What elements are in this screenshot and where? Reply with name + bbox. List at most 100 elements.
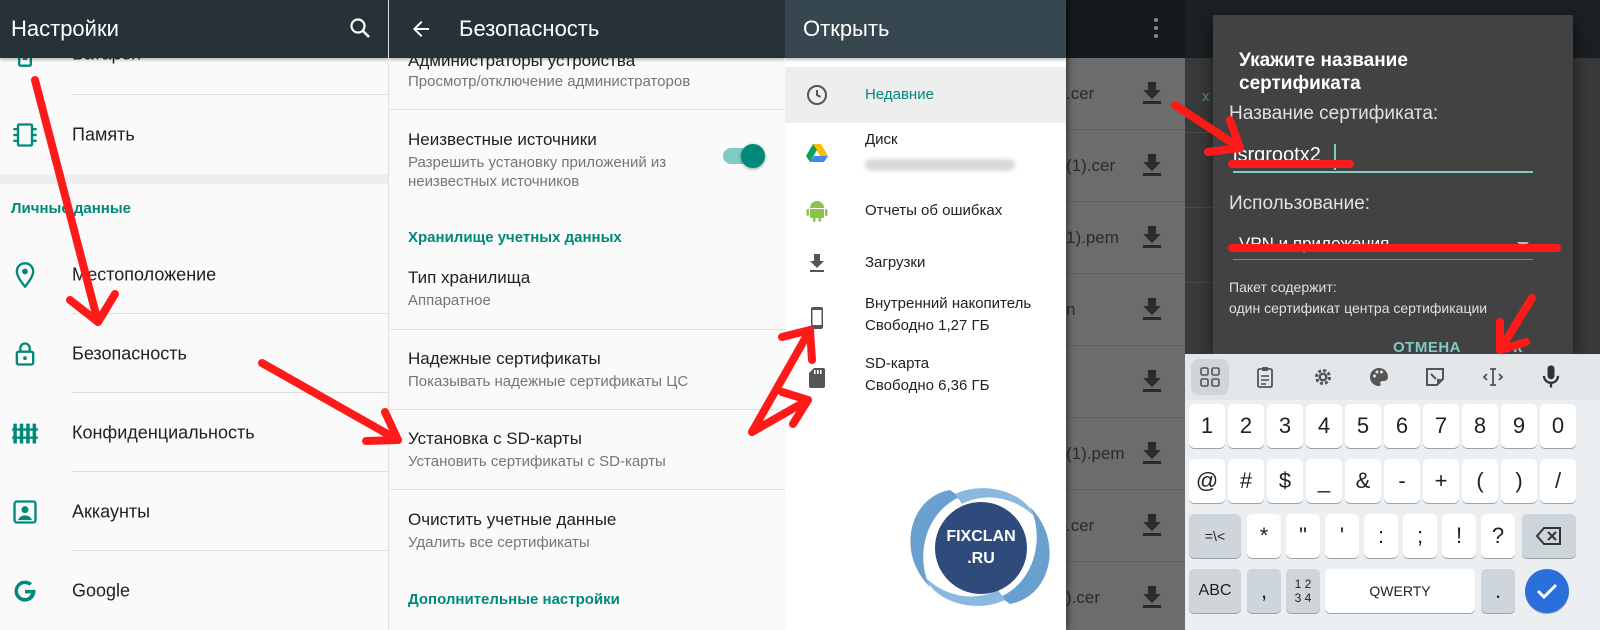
file-row[interactable]: .cer: [1066, 490, 1185, 562]
download-icon[interactable]: [1142, 298, 1162, 320]
fence-icon: [12, 423, 38, 443]
settings-item-memory[interactable]: Память: [0, 95, 388, 174]
key-paren-open[interactable]: (: [1462, 459, 1498, 503]
download-icon[interactable]: [1142, 82, 1162, 104]
key-minus[interactable]: -: [1384, 459, 1420, 503]
key-plus[interactable]: +: [1423, 459, 1459, 503]
key-8[interactable]: 8: [1462, 404, 1498, 448]
search-icon[interactable]: [348, 16, 372, 40]
install-from-sd-item[interactable]: Установка с SD-карты Установить сертифик…: [389, 410, 785, 490]
sticker-icon[interactable]: [1423, 365, 1447, 389]
settings-item-google[interactable]: Google: [0, 551, 388, 630]
key-5[interactable]: 5: [1345, 404, 1381, 448]
download-icon[interactable]: [1142, 370, 1162, 392]
key-asterisk[interactable]: *: [1247, 514, 1281, 558]
blurred-email: [865, 159, 1015, 171]
key-0[interactable]: 0: [1540, 404, 1576, 448]
clock-icon: [807, 85, 827, 105]
toggle-knob: [741, 144, 765, 168]
file-row[interactable]: [1066, 346, 1185, 418]
key-1[interactable]: 1: [1189, 404, 1225, 448]
file-row[interactable]: .cer: [1066, 58, 1185, 130]
palette-icon[interactable]: [1367, 365, 1391, 389]
drawer-item-label: Диск: [865, 131, 898, 148]
space-key[interactable]: QWERTY: [1325, 569, 1475, 613]
numpad-key[interactable]: 1 2 3 4: [1286, 569, 1320, 613]
backspace-icon: [1536, 527, 1561, 545]
key-period[interactable]: .: [1481, 569, 1515, 613]
key-paren-close[interactable]: ): [1501, 459, 1537, 503]
item-title: Очистить учетные данные: [408, 510, 617, 529]
key-comma[interactable]: ,: [1247, 569, 1281, 613]
abc-key[interactable]: ABC: [1189, 569, 1241, 613]
key-hash[interactable]: #: [1228, 459, 1264, 503]
settings-item-accounts[interactable]: Аккаунты: [0, 472, 388, 551]
key-double-quote[interactable]: ": [1286, 514, 1320, 558]
download-icon[interactable]: [1142, 586, 1162, 608]
section-header-credential-storage: Хранилище учетных данных: [408, 229, 622, 246]
file-row[interactable]: n: [1066, 274, 1185, 346]
usage-select[interactable]: VPN и приложения: [1233, 230, 1533, 260]
phone-icon: [811, 307, 823, 329]
key-question[interactable]: ?: [1481, 514, 1515, 558]
cert-name-input[interactable]: isrgrootx2: [1233, 141, 1533, 173]
key-at[interactable]: @: [1189, 459, 1225, 503]
logo-disc: FIXCLAN .RU: [935, 502, 1027, 594]
key-slash[interactable]: /: [1540, 459, 1576, 503]
key-ampersand[interactable]: &: [1345, 459, 1381, 503]
more-vert-icon[interactable]: [1154, 17, 1158, 39]
drawer-item-drive[interactable]: Диск: [785, 123, 1066, 183]
drive-icon: [806, 144, 828, 162]
download-icon[interactable]: [1142, 442, 1162, 464]
settings-item-location[interactable]: Местоположение: [0, 235, 388, 314]
key-semicolon[interactable]: ;: [1403, 514, 1437, 558]
key-9[interactable]: 9: [1501, 404, 1537, 448]
clear-credentials-item[interactable]: Очистить учетные данные Удалить все серт…: [389, 490, 785, 570]
key-7[interactable]: 7: [1423, 404, 1459, 448]
download-icon: [810, 254, 824, 272]
unknown-sources-toggle[interactable]: [723, 144, 765, 168]
file-row[interactable]: (1).cer: [1066, 130, 1185, 202]
drawer-item-internal-storage[interactable]: Внутренний накопитель Свободно 1,27 ГБ: [785, 290, 1066, 346]
gear-icon[interactable]: [1311, 365, 1335, 389]
google-icon: [14, 580, 36, 602]
apps-grid-icon[interactable]: [1191, 359, 1229, 395]
key-colon[interactable]: :: [1364, 514, 1398, 558]
back-arrow-icon[interactable]: [409, 17, 433, 41]
settings-item-privacy[interactable]: Конфиденциальность: [0, 393, 388, 472]
download-icon[interactable]: [1142, 226, 1162, 248]
file-row[interactable]: ).cer: [1066, 562, 1185, 630]
key-3[interactable]: 3: [1267, 404, 1303, 448]
drawer-item-bugreports[interactable]: Отчеты об ошибках: [785, 183, 1066, 239]
file-row[interactable]: 1).pem: [1066, 202, 1185, 274]
key-6[interactable]: 6: [1384, 404, 1420, 448]
backspace-key[interactable]: [1522, 514, 1576, 558]
enter-key[interactable]: [1525, 569, 1569, 613]
numpad-key-top: 1 2: [1294, 577, 1312, 591]
clipboard-icon[interactable]: [1253, 365, 1277, 389]
key-dollar[interactable]: $: [1267, 459, 1303, 503]
text-cursor-move-icon[interactable]: [1481, 365, 1505, 389]
key-single-quote[interactable]: ': [1325, 514, 1359, 558]
trusted-certs-item[interactable]: Надежные сертификаты Показывать надежные…: [389, 330, 785, 410]
package-label: Пакет содержит:: [1229, 279, 1337, 295]
download-icon[interactable]: [1142, 154, 1162, 176]
key-4[interactable]: 4: [1306, 404, 1342, 448]
logo-text-line2: .RU: [967, 550, 995, 567]
download-icon[interactable]: [1142, 514, 1162, 536]
settings-item-label: Аккаунты: [72, 501, 151, 521]
file-row[interactable]: (1).pem: [1066, 418, 1185, 490]
key-2[interactable]: 2: [1228, 404, 1264, 448]
settings-item-security[interactable]: Безопасность: [0, 314, 388, 393]
drawer-item-recent[interactable]: Недавние: [785, 67, 1066, 123]
drawer-item-downloads[interactable]: Загрузки: [785, 235, 1066, 291]
storage-type-item[interactable]: Тип хранилища Аппаратное: [389, 250, 785, 330]
key-underscore[interactable]: _: [1306, 459, 1342, 503]
dialog-title: Укажите название сертификата: [1239, 50, 1408, 94]
section-gap: [0, 174, 388, 184]
settings-item-label: Конфиденциальность: [72, 422, 255, 442]
key-more-symbols[interactable]: =\<: [1189, 514, 1241, 558]
key-exclamation[interactable]: !: [1442, 514, 1476, 558]
drawer-item-sd-card[interactable]: SD-карта Свободно 6,36 ГБ: [785, 350, 1066, 406]
microphone-icon[interactable]: [1537, 363, 1565, 391]
